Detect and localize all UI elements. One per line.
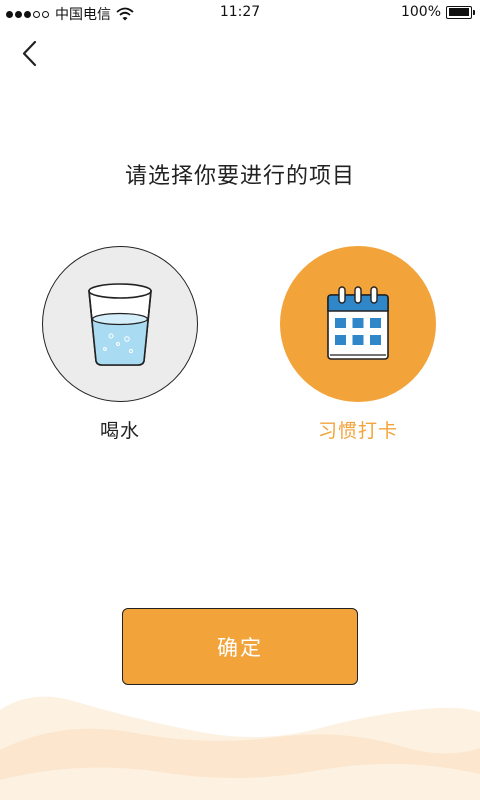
status-bar: 中国电信 11:27 100% xyxy=(0,0,480,26)
confirm-button[interactable]: 确定 xyxy=(122,608,358,685)
status-right: 100% xyxy=(400,4,475,20)
option-water[interactable]: 喝水 xyxy=(42,246,198,443)
screen: 中国电信 11:27 100% 请选择你要进行的项目 喝水 习惯打卡 确定 xyxy=(0,0,480,800)
wave-background xyxy=(0,696,480,800)
page-title: 请选择你要进行的项目 xyxy=(124,164,355,189)
battery-percentage: 100% xyxy=(400,4,441,20)
option-habit-label: 习惯打卡 xyxy=(317,420,398,442)
option-water-label: 喝水 xyxy=(99,420,140,442)
battery-fill xyxy=(448,8,469,16)
chevron-left-icon xyxy=(22,40,37,67)
option-water-circle[interactable] xyxy=(42,246,198,402)
option-habit-circle[interactable] xyxy=(280,246,436,402)
back-button[interactable] xyxy=(12,36,48,72)
battery-icon xyxy=(446,5,475,19)
option-habit[interactable]: 习惯打卡 xyxy=(280,246,436,443)
calendar-icon xyxy=(327,286,389,360)
water-glass-icon xyxy=(88,283,152,366)
